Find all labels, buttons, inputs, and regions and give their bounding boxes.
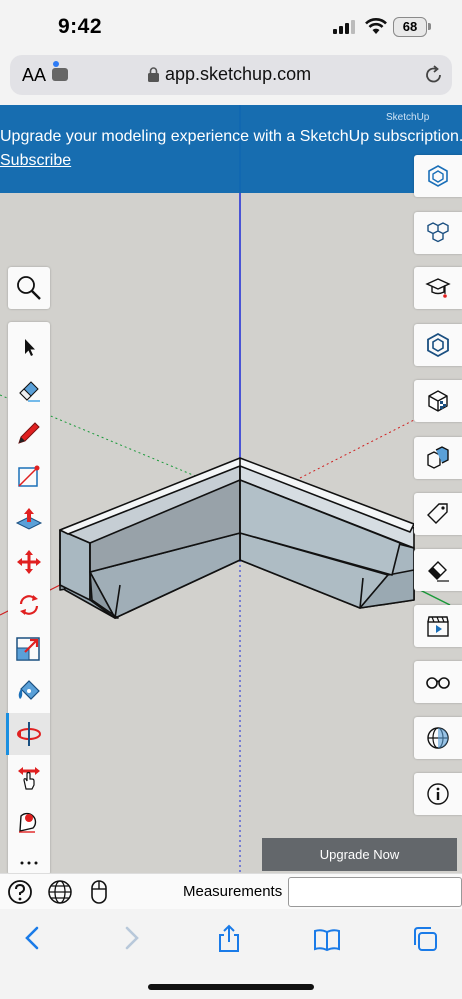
measurements-label: Measurements bbox=[183, 883, 283, 900]
search-icon bbox=[17, 276, 41, 300]
address-bar[interactable]: AA app.sketchup.com bbox=[10, 55, 452, 95]
pan-tool-button[interactable] bbox=[8, 756, 50, 798]
rectangle-icon bbox=[18, 465, 40, 487]
styles-panel-button[interactable] bbox=[414, 549, 462, 591]
extension-badge bbox=[53, 61, 59, 67]
outliner-panel-button[interactable] bbox=[414, 437, 462, 479]
scale-icon bbox=[16, 637, 40, 661]
orbit-tool-button[interactable] bbox=[6, 713, 50, 755]
entity-info-button[interactable] bbox=[414, 324, 462, 366]
left-toolbar bbox=[6, 322, 50, 875]
battery-tip bbox=[428, 23, 431, 30]
tags-icon bbox=[427, 503, 448, 524]
instructor-panel-button[interactable] bbox=[414, 155, 462, 197]
home-indicator bbox=[148, 984, 314, 990]
rectangle-tool-button[interactable] bbox=[8, 455, 50, 497]
rotate-icon bbox=[19, 595, 39, 615]
reload-icon[interactable] bbox=[423, 64, 445, 86]
3d-warehouse-button[interactable] bbox=[414, 267, 462, 309]
tape-measure-icon bbox=[19, 812, 37, 833]
measurements-input[interactable] bbox=[288, 877, 462, 907]
paint-bucket-icon bbox=[18, 680, 40, 700]
scale-tool-button[interactable] bbox=[8, 627, 50, 669]
rotate-tool-button[interactable] bbox=[8, 584, 50, 626]
select-arrow-icon bbox=[25, 339, 35, 356]
wifi-icon bbox=[365, 18, 387, 34]
bottom-status-bar: Measurements bbox=[0, 873, 462, 909]
banner-message: Upgrade your modeling experience with a … bbox=[0, 128, 462, 145]
share-icon[interactable] bbox=[214, 924, 244, 954]
pencil-tool-button[interactable] bbox=[8, 412, 50, 454]
forward-icon[interactable] bbox=[122, 924, 142, 952]
lock-icon bbox=[148, 67, 159, 82]
model-info-icon bbox=[427, 783, 449, 805]
scenes-icon bbox=[427, 616, 449, 637]
outliner-icon bbox=[427, 446, 449, 469]
eraser-icon bbox=[19, 381, 40, 402]
shadows-icon bbox=[427, 727, 449, 749]
shadows-panel-button[interactable] bbox=[414, 717, 462, 759]
search-tool-button[interactable] bbox=[8, 267, 50, 309]
materials-icon bbox=[428, 390, 448, 412]
tape-measure-tool-button[interactable] bbox=[8, 799, 50, 841]
entity-info-icon bbox=[427, 332, 449, 358]
eraser-tool-button[interactable] bbox=[8, 369, 50, 411]
back-icon[interactable] bbox=[22, 924, 42, 952]
move-tool-button[interactable] bbox=[8, 541, 50, 583]
model-info-button[interactable] bbox=[414, 773, 462, 815]
components-icon bbox=[427, 222, 449, 243]
upgrade-banner: SketchUp Upgrade your modeling experienc… bbox=[0, 105, 462, 193]
move-icon bbox=[17, 550, 41, 574]
subscribe-link[interactable]: Subscribe bbox=[0, 152, 71, 170]
3d-warehouse-icon bbox=[425, 278, 451, 298]
instructor-icon bbox=[428, 165, 448, 187]
sofa-model bbox=[59, 457, 415, 619]
components-panel-button[interactable] bbox=[414, 212, 462, 254]
display-icon bbox=[426, 677, 450, 689]
materials-panel-button[interactable] bbox=[414, 380, 462, 422]
push-pull-icon bbox=[15, 508, 43, 530]
url-text[interactable]: app.sketchup.com bbox=[165, 64, 311, 85]
clock: 9:42 bbox=[58, 15, 103, 38]
globe-icon[interactable] bbox=[46, 878, 74, 906]
tabs-icon[interactable] bbox=[410, 924, 440, 954]
paint-bucket-tool-button[interactable] bbox=[8, 670, 50, 712]
battery-indicator: 68 bbox=[393, 17, 427, 37]
text-size-button[interactable]: AA bbox=[22, 65, 46, 86]
mouse-icon[interactable] bbox=[85, 878, 113, 906]
green-axis bbox=[419, 589, 451, 606]
select-tool-button[interactable] bbox=[8, 326, 50, 368]
tags-panel-button[interactable] bbox=[414, 493, 462, 535]
orbit-icon bbox=[17, 722, 41, 746]
scenes-panel-button[interactable] bbox=[414, 605, 462, 647]
pencil-icon bbox=[18, 422, 40, 444]
styles-icon bbox=[428, 561, 449, 582]
upgrade-now-button[interactable]: Upgrade Now bbox=[262, 838, 457, 871]
cellular-signal-icon bbox=[333, 20, 355, 34]
ios-status-bar: 9:42 68 bbox=[0, 0, 462, 54]
more-icon bbox=[20, 861, 38, 865]
push-pull-tool-button[interactable] bbox=[8, 498, 50, 540]
bookmarks-icon[interactable] bbox=[312, 924, 342, 954]
display-panel-button[interactable] bbox=[414, 661, 462, 703]
pan-icon bbox=[18, 767, 40, 790]
brand-label: SketchUp bbox=[386, 112, 430, 123]
red-axis-dashed bbox=[299, 419, 415, 479]
extension-icon[interactable] bbox=[52, 68, 68, 81]
3d-viewport[interactable] bbox=[0, 105, 462, 873]
help-icon[interactable] bbox=[6, 878, 34, 906]
model-canvas[interactable] bbox=[0, 105, 462, 873]
